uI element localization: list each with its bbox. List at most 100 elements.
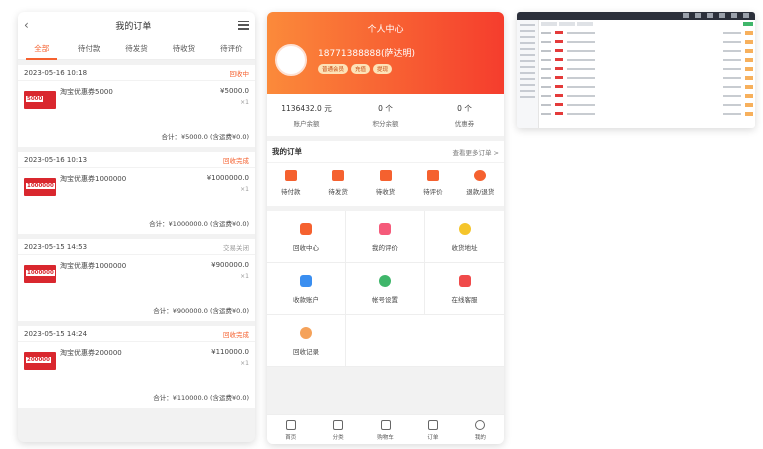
order-date: 2023-05-16 10:18 [24, 68, 88, 77]
order-status: 回收完成 [223, 156, 249, 165]
balance-stat[interactable]: 1136432.0 元账户余额 [267, 94, 346, 136]
location-pin-icon [458, 223, 471, 235]
avatar[interactable] [275, 44, 307, 76]
coupon-amount: 200000 [26, 357, 51, 363]
tab-all[interactable]: 全部 [18, 38, 65, 60]
order-card[interactable]: 2023-05-15 14:53 交易关闭 1000000 淘宝优惠券100000… [18, 239, 255, 321]
grid-label: 收款账户 [293, 296, 319, 304]
services-grid: 回收中心 我的评价 收货地址 收款账户 帐号设置 在线客服 回收记录 [267, 211, 504, 367]
order-total: 合计：¥1000000.0 (含运费¥0.0) [149, 220, 249, 228]
shortcut-label: 待付款 [280, 188, 301, 196]
tab-mine[interactable]: 我的 [457, 415, 504, 444]
profile-hero: 个人中心 18771388888(萨达明) 普通会员 充值 提现 [267, 12, 504, 94]
order-date: 2023-05-15 14:53 [24, 242, 88, 251]
menu-icon[interactable] [237, 20, 249, 30]
back-icon[interactable]: ‹ [24, 18, 29, 32]
tab-pending-shipment[interactable]: 待发货 [113, 38, 160, 60]
order-item-name: 淘宝优惠券5000 [60, 88, 113, 96]
coupon-thumbnail: 1000000 [24, 178, 56, 196]
coupons-stat[interactable]: 0 个优惠券 [425, 94, 504, 136]
order-item-qty: ×1 [240, 186, 249, 193]
coupons-value: 0 个 [457, 104, 472, 113]
user-phone: 18771388888(萨达明) [318, 49, 416, 59]
table-row [541, 38, 753, 45]
coupon-thumbnail: 200000 [24, 352, 56, 370]
address-item[interactable]: 收货地址 [425, 211, 504, 263]
member-level-badge: 普通会员 [318, 64, 349, 74]
account-settings-item[interactable]: 帐号设置 [346, 263, 425, 315]
admin-sidebar [517, 20, 539, 128]
shortcut-label: 待发货 [328, 188, 348, 196]
tab-pending-review[interactable]: 待评价 [208, 38, 255, 60]
tab-home[interactable]: 首页 [267, 415, 314, 444]
coupon-amount: 5000 [26, 96, 44, 102]
grid-label: 帐号设置 [372, 296, 398, 304]
order-item-qty: ×1 [240, 99, 249, 106]
table-row [541, 83, 753, 90]
withdraw-button[interactable]: 提现 [373, 64, 393, 74]
table-row [541, 29, 753, 36]
tab-pending-payment[interactable]: 待付款 [65, 38, 112, 60]
tab-label: 购物车 [377, 435, 394, 441]
admin-topbar [517, 12, 755, 20]
online-support-item[interactable]: 在线客服 [425, 263, 504, 315]
orders-tabs: 全部 待付款 待发货 待收货 待评价 [18, 38, 255, 60]
flower-icon [426, 170, 439, 181]
admin-dashboard-thumbnail [517, 12, 755, 128]
orders-title: 我的订单 [115, 21, 152, 32]
order-shortcut-pending-review[interactable]: 待评价 [409, 163, 456, 196]
gear-icon [379, 275, 391, 287]
order-item-qty: ×1 [240, 273, 249, 280]
order-shortcut-pending-shipment[interactable]: 待发货 [314, 163, 361, 196]
tab-pending-receipt[interactable]: 待收货 [160, 38, 207, 60]
view-more-orders-link[interactable]: 查看更多订单 > [452, 147, 499, 157]
my-orders-section: 我的订单 查看更多订单 > 待付款 待发货 待收货 待评价 退款/退货 [267, 141, 504, 206]
list-icon [333, 420, 344, 430]
coupon-amount: 1000000 [26, 183, 55, 189]
balance-value: 1136432.0 元 [281, 104, 332, 113]
users-icon [300, 327, 312, 339]
order-total: 合计：¥900000.0 (含运费¥0.0) [153, 307, 249, 315]
table-row [541, 101, 753, 108]
order-card[interactable]: 2023-05-16 10:18 回收中 5000 淘宝优惠券5000 ¥5000… [18, 65, 255, 147]
id-card-icon [300, 275, 312, 287]
recycle-center-item[interactable]: 回收中心 [267, 211, 346, 263]
order-status: 交易关闭 [223, 243, 249, 252]
recharge-button[interactable]: 充值 [351, 64, 371, 74]
order-item-name: 淘宝优惠券1000000 [60, 175, 127, 183]
box-icon [332, 170, 345, 181]
order-card[interactable]: 2023-05-15 14:24 回收完成 200000 淘宝优惠券200000 … [18, 326, 255, 408]
orders-screen: ‹ 我的订单 全部 待付款 待发货 待收货 待评价 2023-05-16 10:… [18, 12, 255, 442]
home-icon [285, 420, 296, 430]
order-shortcut-pending-payment[interactable]: 待付款 [267, 163, 314, 196]
profile-title: 个人中心 [367, 25, 404, 35]
user-icon [475, 420, 486, 430]
admin-table [541, 22, 753, 126]
coupon-amount: 1000000 [26, 270, 55, 276]
order-date: 2023-05-16 10:13 [24, 155, 88, 164]
points-stat[interactable]: 0 个积分余额 [346, 94, 425, 136]
order-shortcut-pending-receipt[interactable]: 待收货 [362, 163, 409, 196]
table-row [541, 65, 753, 72]
order-date: 2023-05-15 14:24 [24, 329, 88, 338]
tab-cart[interactable]: 购物车 [362, 415, 409, 444]
orders-header: ‹ 我的订单 [18, 12, 255, 38]
cart-icon [380, 420, 391, 430]
order-shortcut-refund[interactable]: 退款/退货 [457, 163, 504, 196]
order-item-name: 淘宝优惠券1000000 [60, 262, 127, 270]
points-value: 0 个 [378, 104, 393, 113]
flower-icon [379, 223, 391, 235]
wallet-icon [284, 170, 297, 181]
shortcut-label: 待评价 [423, 188, 443, 196]
order-card[interactable]: 2023-05-16 10:13 回收完成 1000000 淘宝优惠券100000… [18, 152, 255, 234]
tab-label: 首页 [285, 435, 297, 441]
order-total: 合计：¥5000.0 (含运费¥0.0) [161, 133, 250, 141]
recycle-records-item[interactable]: 回收记录 [267, 315, 346, 367]
payment-account-item[interactable]: 收款账户 [267, 263, 346, 315]
grid-label: 我的评价 [372, 244, 398, 252]
tab-category[interactable]: 分类 [314, 415, 361, 444]
account-stats: 1136432.0 元账户余额 0 个积分余额 0 个优惠券 [267, 94, 504, 136]
table-row [541, 110, 753, 117]
my-reviews-item[interactable]: 我的评价 [346, 211, 425, 263]
tab-orders[interactable]: 订单 [409, 415, 456, 444]
